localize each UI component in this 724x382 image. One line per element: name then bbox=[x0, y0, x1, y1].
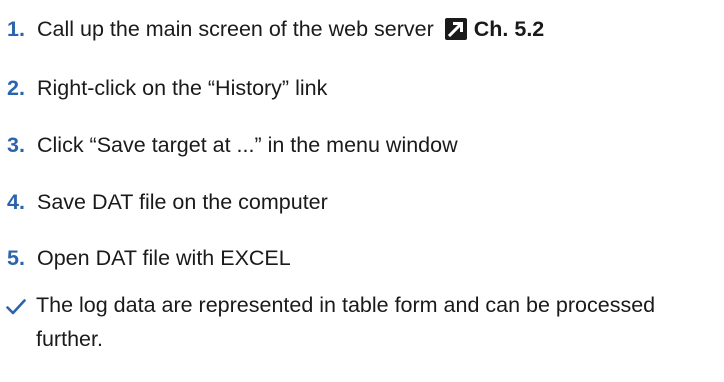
chapter-reference: Ch. 5.2 bbox=[473, 17, 545, 41]
step-text: Save DAT file on the computer bbox=[37, 190, 328, 214]
step-text: Click “Save target at ...” in the menu w… bbox=[37, 133, 458, 157]
step-1: 1. Call up the main screen of the web se… bbox=[0, 14, 724, 44]
step-5: 5. Open DAT file with EXCEL bbox=[0, 243, 724, 273]
step-3: 3. Click “Save target at ...” in the men… bbox=[0, 130, 724, 160]
step-2: 2. Right-click on the “History” link bbox=[0, 73, 724, 103]
step-text: Call up the main screen of the web serve… bbox=[37, 17, 434, 41]
step-number: 5. bbox=[7, 246, 25, 270]
step-number: 2. bbox=[7, 76, 25, 100]
result-note: The log data are represented in table fo… bbox=[0, 288, 724, 356]
result-text: The log data are represented in table fo… bbox=[36, 293, 656, 351]
step-4: 4. Save DAT file on the computer bbox=[0, 187, 724, 217]
step-text: Right-click on the “History” link bbox=[37, 76, 328, 100]
step-text: Open DAT file with EXCEL bbox=[37, 246, 291, 270]
checkmark-icon bbox=[0, 288, 36, 356]
step-number: 1. bbox=[7, 17, 25, 41]
step-number: 4. bbox=[7, 190, 25, 214]
external-reference-arrow-icon bbox=[444, 17, 468, 41]
step-number: 3. bbox=[7, 133, 25, 157]
